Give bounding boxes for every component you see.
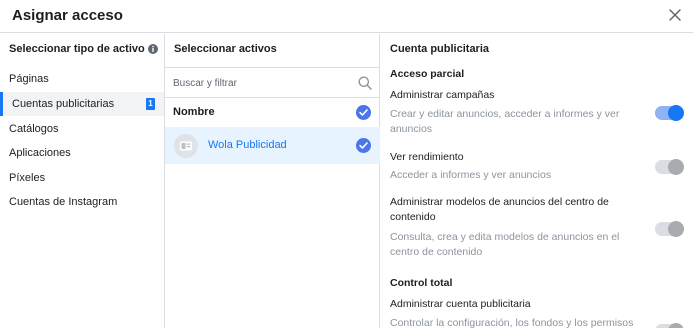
close-button[interactable] xyxy=(665,5,685,25)
assets-column-header: Nombre xyxy=(165,99,380,127)
info-icon xyxy=(147,44,158,54)
asset-type-item-cuentas-instagram[interactable]: Cuentas de Instagram xyxy=(0,190,164,214)
asset-type-item-pixeles[interactable]: Píxeles xyxy=(0,166,164,190)
asset-type-panel-title: Seleccionar tipo de activo xyxy=(9,43,158,55)
asset-name: Wola Publicidad xyxy=(208,139,287,151)
permission-description: Controlar la configuración, los fondos y… xyxy=(390,317,634,328)
ad-account-avatar xyxy=(174,134,198,158)
partial-access-heading: Acceso parcial xyxy=(390,68,465,80)
dialog-header: Asignar acceso xyxy=(0,0,693,33)
permission-description: Consulta, crea y edita modelos de anunci… xyxy=(390,231,620,258)
asset-type-item-catalogos[interactable]: Catálogos xyxy=(0,117,164,141)
permission-description: Crear y editar anuncios, acceder a infor… xyxy=(390,108,620,135)
permission-title: Administrar campañas xyxy=(390,89,495,101)
permissions-panel: Cuenta publicitaria Acceso parcial Admin… xyxy=(381,34,693,328)
manage-ad-account-toggle[interactable] xyxy=(655,323,684,328)
full-control-heading: Control total xyxy=(390,277,453,289)
dialog-title: Asignar acceso xyxy=(12,7,123,24)
toggle-knob xyxy=(668,159,684,175)
toggle-knob xyxy=(668,105,684,121)
ad-account-icon xyxy=(180,141,192,151)
assets-panel-title: Seleccionar activos xyxy=(174,43,277,55)
permission-title: Ver rendimiento xyxy=(390,151,464,163)
selected-count-badge: 1 xyxy=(146,98,155,110)
view-performance-toggle[interactable] xyxy=(655,159,684,175)
asset-type-item-cuentas-publicitarias[interactable]: Cuentas publicitarias 1 xyxy=(0,92,164,116)
asset-type-item-aplicaciones[interactable]: Aplicaciones xyxy=(0,141,164,165)
asset-checkbox[interactable] xyxy=(356,138,371,153)
name-column-label: Nombre xyxy=(173,106,215,118)
manage-campaigns-toggle[interactable] xyxy=(655,105,684,121)
close-icon xyxy=(669,9,681,21)
search-box xyxy=(165,67,380,98)
manage-ad-templates-toggle[interactable] xyxy=(655,221,684,237)
toggle-knob xyxy=(668,221,684,237)
search-input[interactable] xyxy=(173,75,353,91)
permission-title: Administrar modelos de anuncios del cent… xyxy=(390,196,609,223)
assets-panel: Seleccionar activos Nombre Wola Publicid… xyxy=(165,34,380,328)
permissions-panel-title: Cuenta publicitaria xyxy=(390,43,490,55)
asset-row[interactable]: Wola Publicidad xyxy=(165,127,380,164)
asset-type-panel: Seleccionar tipo de activo Páginas Cuent… xyxy=(0,34,165,328)
search-icon[interactable] xyxy=(358,76,372,90)
checkmark-icon xyxy=(359,142,368,149)
permission-title: Administrar cuenta publicitaria xyxy=(390,298,531,310)
permission-description: Acceder a informes y ver anuncios xyxy=(390,169,552,181)
checkmark-icon xyxy=(359,109,368,116)
select-all-checkbox[interactable] xyxy=(356,105,371,120)
asset-type-item-paginas[interactable]: Páginas xyxy=(0,67,164,91)
